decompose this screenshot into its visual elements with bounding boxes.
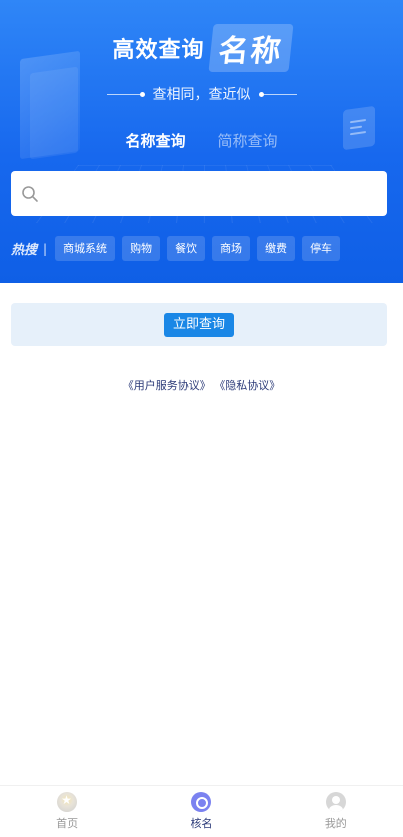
bottom-tabbar: 首页 核名 我的: [0, 785, 403, 837]
hero-subtitle-row: 查相同，查近似: [0, 84, 403, 104]
hero-title-text: 高效查询: [112, 38, 205, 63]
search-box[interactable]: [11, 171, 387, 216]
tabbar-label-name-check: 核名: [190, 817, 213, 830]
hero-subtitle: 查相同，查近似: [152, 87, 251, 103]
tabbar-label-profile: 我的: [324, 817, 347, 830]
query-now-button[interactable]: 立即查询: [163, 312, 234, 337]
tab-short-name-query[interactable]: 简称查询: [218, 130, 278, 156]
hot-search-label: 热搜: [11, 243, 38, 258]
tabbar-item-name-check[interactable]: 核名: [134, 786, 268, 837]
subtitle-line-left: [106, 91, 145, 97]
search-icon: [21, 185, 39, 203]
tabbar-label-home: 首页: [56, 817, 79, 830]
tab-name-query[interactable]: 名称查询: [125, 130, 185, 156]
profile-icon: [325, 792, 346, 812]
hot-search-row: 热搜 | 商城系统 购物 餐饮 商场 缴费 停车: [11, 236, 391, 261]
search-input[interactable]: [47, 171, 387, 216]
hot-tag[interactable]: 缴费: [257, 236, 296, 261]
query-panel: 立即查询: [11, 303, 387, 346]
privacy-agreement-link[interactable]: 《隐私协议》: [214, 379, 280, 392]
name-check-icon: [191, 792, 212, 812]
hot-tag[interactable]: 商场: [212, 236, 251, 261]
subtitle-line-right: [258, 91, 297, 97]
hot-tag[interactable]: 停车: [302, 236, 341, 261]
query-type-tabs: 名称查询 简称查询: [0, 130, 403, 156]
user-agreement-link[interactable]: 《用户服务协议》: [123, 379, 211, 392]
home-icon: [57, 792, 78, 812]
hero-title: 高效查询 名称: [0, 24, 403, 72]
hot-search-separator: |: [43, 241, 48, 256]
hero-title-highlight: 名称: [207, 24, 294, 72]
hot-tag[interactable]: 商城系统: [55, 236, 116, 261]
hot-tag[interactable]: 餐饮: [167, 236, 206, 261]
hero-banner: 高效查询 名称 查相同，查近似 名称查询 简称查询 热搜 | 商城系统 购物 餐…: [0, 0, 403, 283]
hot-tag[interactable]: 购物: [122, 236, 161, 261]
tabbar-item-profile[interactable]: 我的: [269, 786, 403, 837]
tabbar-item-home[interactable]: 首页: [0, 786, 134, 837]
agreement-links: 《用户服务协议》 《隐私协议》: [0, 377, 403, 393]
